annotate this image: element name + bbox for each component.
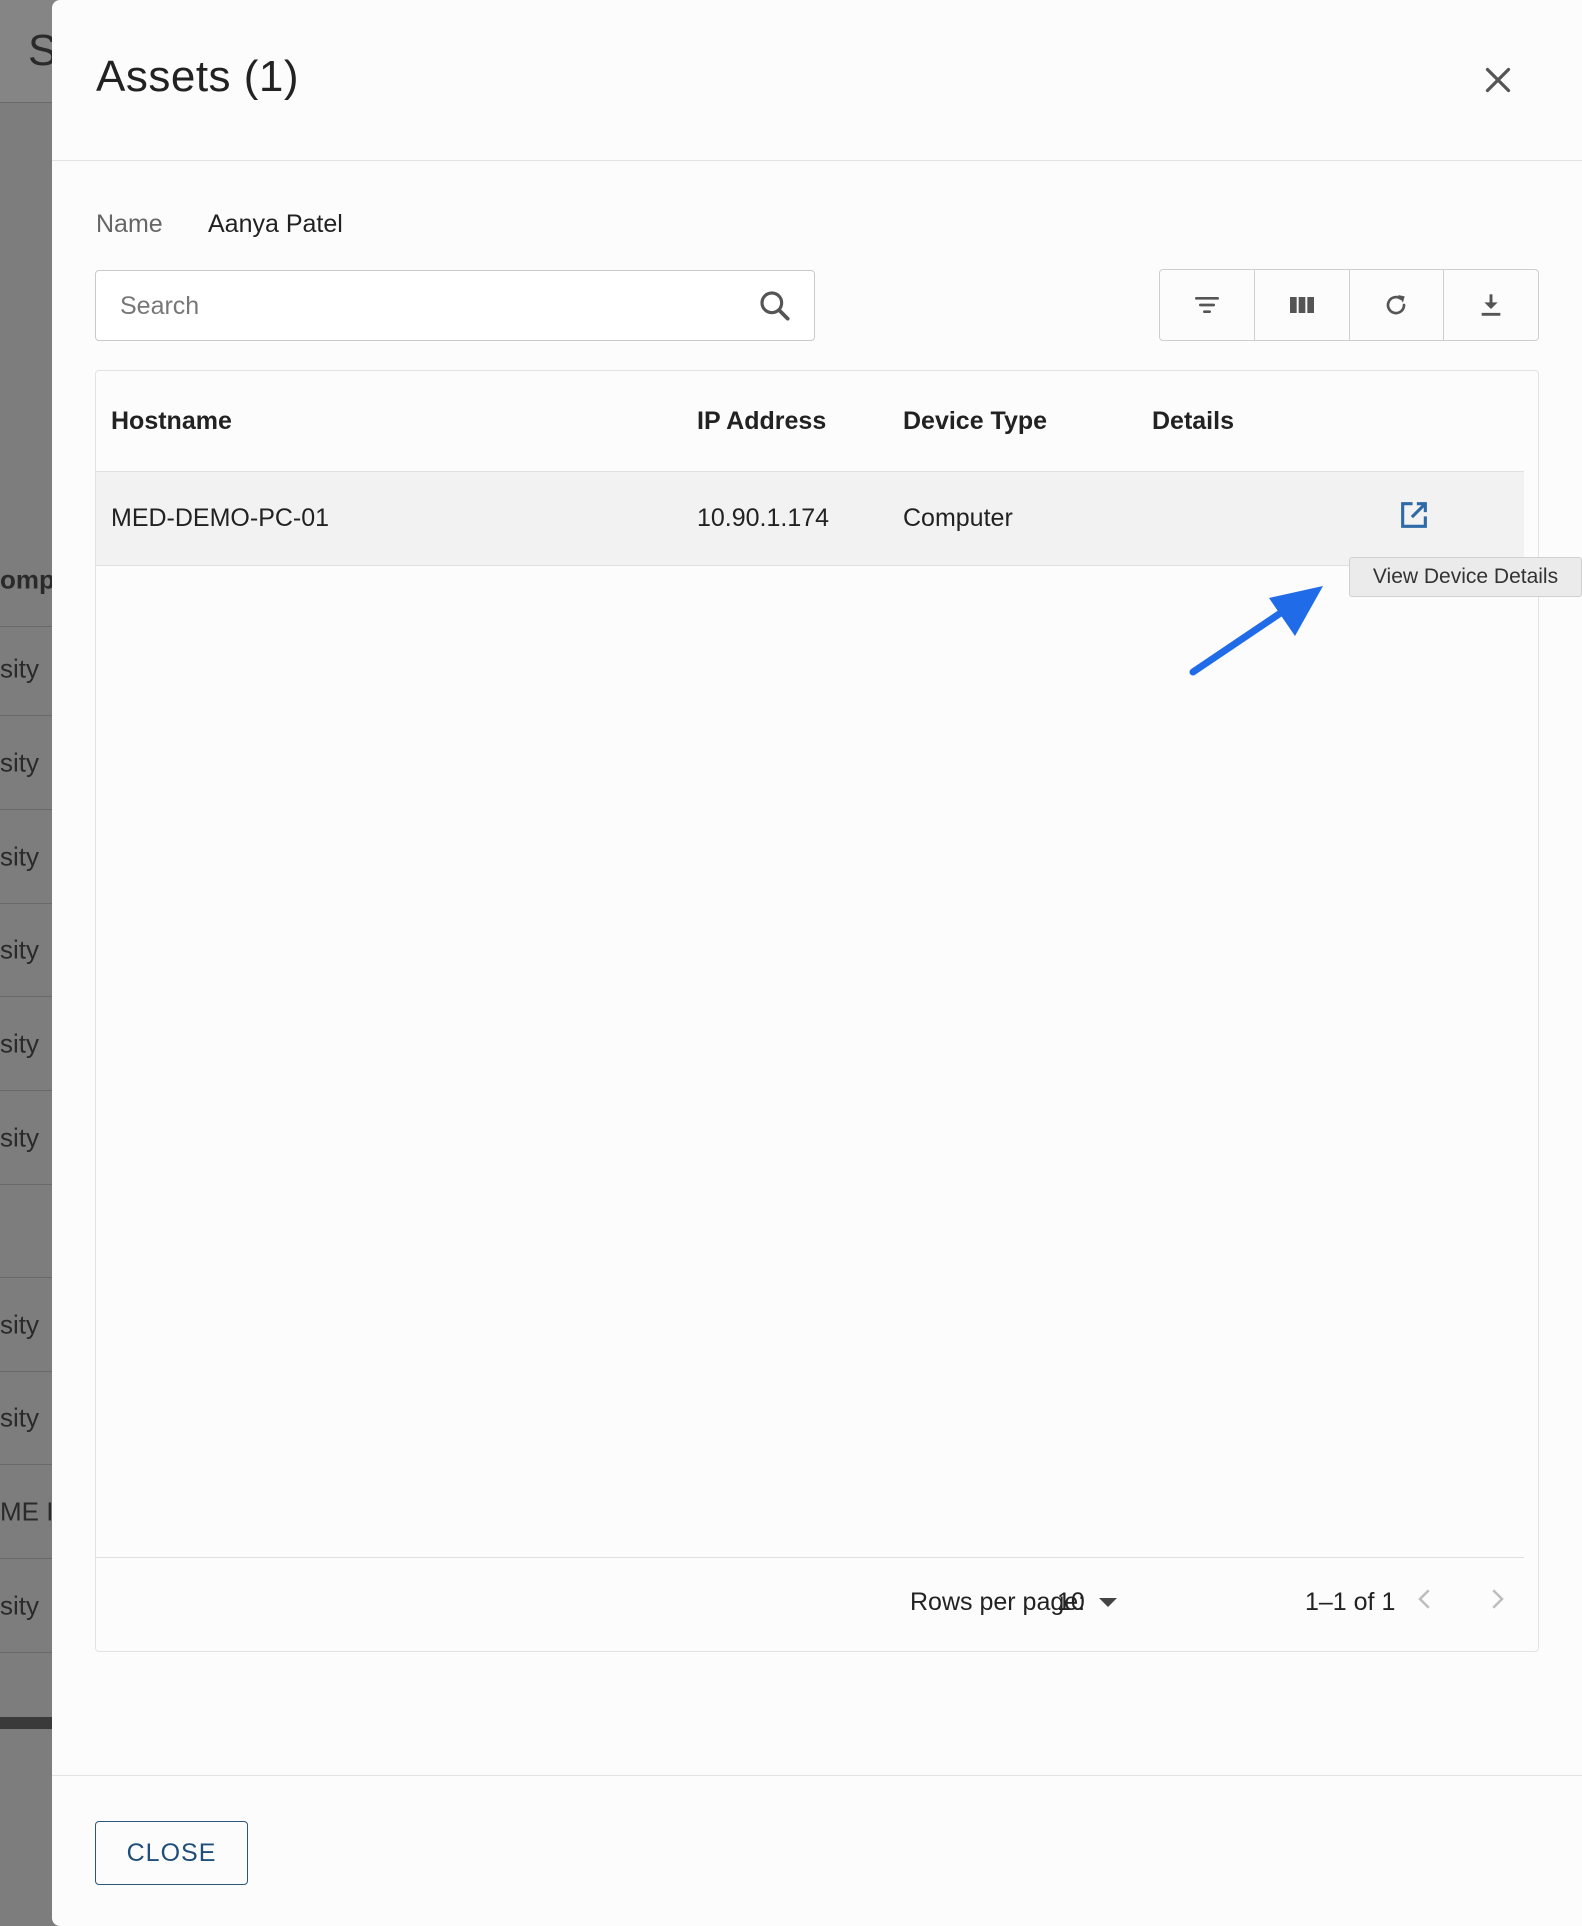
cell-ip-address: 10.90.1.174 bbox=[697, 504, 830, 532]
previous-page-button[interactable] bbox=[1403, 1577, 1447, 1621]
column-header-details[interactable]: Details bbox=[1152, 407, 1234, 436]
background-topbar: S bbox=[0, 0, 60, 103]
background-table-row: sity bbox=[0, 1371, 60, 1465]
search-field[interactable] bbox=[95, 270, 815, 341]
background-table-row: ME I bbox=[0, 1465, 60, 1559]
column-header-ip-address[interactable]: IP Address bbox=[697, 407, 826, 436]
dialog-header: Assets (1) bbox=[52, 0, 1582, 161]
background-table-row: sity bbox=[0, 1091, 60, 1185]
background-page: S ompa sity sity sity sity sity sity sity sity ME… bbox=[0, 0, 60, 1926]
table-toolbar bbox=[1159, 269, 1539, 341]
background-table-row: sity bbox=[0, 1278, 60, 1372]
filter-button[interactable] bbox=[1160, 270, 1255, 340]
chevron-left-icon bbox=[1418, 1589, 1430, 1609]
cell-hostname: MED-DEMO-PC-01 bbox=[111, 504, 330, 532]
background-row-text: sity bbox=[0, 1402, 39, 1432]
background-row-text: ompa bbox=[0, 564, 60, 594]
open-in-new-icon[interactable] bbox=[1397, 498, 1431, 532]
refresh-button[interactable] bbox=[1350, 270, 1445, 340]
background-table-row: sity bbox=[0, 716, 60, 810]
background-row-text: sity bbox=[0, 1590, 39, 1620]
table-header: Hostname IP Address Device Type Details bbox=[96, 371, 1524, 472]
assets-dialog: Assets (1) Name Aanya Patel Search Hostn… bbox=[52, 0, 1582, 1926]
background-table-row: sity bbox=[0, 622, 60, 716]
rows-per-page-select[interactable]: 10 bbox=[1055, 1584, 1125, 1620]
annotation-arrow bbox=[1189, 586, 1323, 676]
background-row-text: sity bbox=[0, 653, 39, 683]
table-row[interactable]: MED-DEMO-PC-01 10.90.1.174 Computer bbox=[96, 472, 1524, 566]
next-page-button[interactable] bbox=[1475, 1577, 1519, 1621]
search-input[interactable] bbox=[120, 285, 720, 327]
cell-device-type: Computer bbox=[903, 504, 1013, 532]
pagination-range: 1–1 of 1 bbox=[1305, 1588, 1396, 1616]
arrow-head bbox=[1269, 586, 1323, 636]
view-device-details-tooltip: View Device Details bbox=[1349, 557, 1582, 597]
filter-icon bbox=[1194, 297, 1219, 313]
arrow-shaft bbox=[1189, 606, 1289, 676]
chevron-right-icon bbox=[1492, 1589, 1504, 1609]
column-header-device-type[interactable]: Device Type bbox=[903, 407, 1047, 436]
background-scrollbar bbox=[0, 1717, 60, 1729]
background-table-row: sity bbox=[0, 997, 60, 1091]
background-row-text: sity bbox=[0, 841, 39, 871]
background-row-text: sity bbox=[0, 1309, 39, 1339]
close-button[interactable]: CLOSE bbox=[95, 1821, 248, 1885]
assets-table: Hostname IP Address Device Type Details … bbox=[95, 370, 1539, 1652]
background-row-text: sity bbox=[0, 934, 39, 964]
close-icon[interactable] bbox=[1480, 62, 1516, 98]
background-row-text: sity bbox=[0, 1122, 39, 1152]
name-value: Aanya Patel bbox=[208, 210, 343, 238]
name-label: Name bbox=[96, 210, 163, 238]
columns-icon bbox=[1289, 297, 1314, 313]
background-row-text: sity bbox=[0, 747, 39, 777]
background-table-row: sity bbox=[0, 810, 60, 904]
download-icon bbox=[1481, 294, 1501, 316]
background-table-row bbox=[0, 1184, 60, 1278]
caret-down-icon bbox=[1099, 1598, 1117, 1607]
background-table-row: sity bbox=[0, 903, 60, 997]
column-header-hostname[interactable]: Hostname bbox=[111, 407, 232, 436]
refresh-icon bbox=[1387, 295, 1406, 315]
rows-per-page-value: 10 bbox=[1057, 1588, 1085, 1616]
dialog-title: Assets (1) bbox=[96, 52, 300, 101]
background-table-header: ompa bbox=[0, 533, 60, 627]
dialog-footer: CLOSE bbox=[52, 1775, 1582, 1926]
background-row-text: sity bbox=[0, 1028, 39, 1058]
columns-button[interactable] bbox=[1255, 270, 1350, 340]
background-row-text: ME I bbox=[0, 1496, 54, 1526]
search-icon[interactable] bbox=[756, 287, 794, 325]
background-table-row: sity bbox=[0, 1559, 60, 1653]
download-button[interactable] bbox=[1444, 270, 1538, 340]
